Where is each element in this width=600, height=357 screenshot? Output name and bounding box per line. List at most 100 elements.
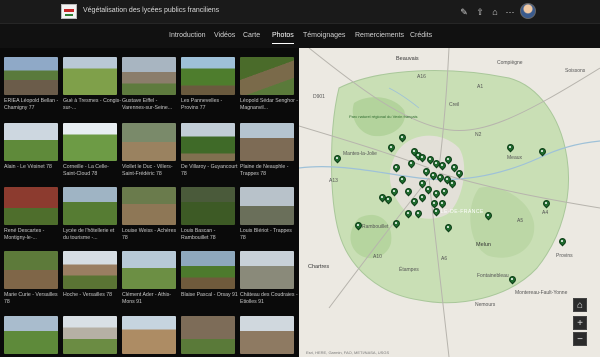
gallery-card[interactable]: Alain - Le Vésinet 78 bbox=[4, 123, 60, 171]
photo-thumbnail[interactable] bbox=[181, 316, 235, 354]
photo-thumbnail[interactable] bbox=[240, 57, 294, 95]
school-marker[interactable] bbox=[415, 210, 420, 217]
school-marker[interactable] bbox=[449, 180, 454, 187]
photo-thumbnail[interactable] bbox=[181, 251, 235, 289]
school-marker[interactable] bbox=[439, 200, 444, 207]
gallery-card[interactable] bbox=[122, 316, 178, 354]
school-marker[interactable] bbox=[408, 160, 413, 167]
zoom-in-button[interactable]: + bbox=[573, 316, 587, 330]
gallery-card[interactable]: Château des Coudraies - Etiolles 91 bbox=[240, 251, 298, 305]
share-icon[interactable]: ⇧ bbox=[474, 6, 486, 18]
school-marker[interactable] bbox=[393, 220, 398, 227]
school-marker[interactable] bbox=[431, 200, 436, 207]
map-home-button[interactable]: ⌂ bbox=[573, 298, 587, 312]
photo-thumbnail[interactable] bbox=[240, 251, 294, 289]
school-marker[interactable] bbox=[427, 156, 432, 163]
school-marker[interactable] bbox=[559, 238, 564, 245]
photo-thumbnail[interactable] bbox=[240, 316, 294, 354]
gallery-card[interactable]: Léopold Sédar Senghor - Magnanvil... bbox=[240, 57, 298, 111]
school-marker[interactable] bbox=[437, 174, 442, 181]
school-marker[interactable] bbox=[388, 144, 393, 151]
gallery-card[interactable] bbox=[4, 316, 60, 354]
photo-thumbnail[interactable] bbox=[122, 123, 176, 161]
gallery-card[interactable]: ERIEA Léopold Bellan - Chamigny 77 bbox=[4, 57, 60, 111]
school-marker[interactable] bbox=[445, 156, 450, 163]
photo-thumbnail[interactable] bbox=[4, 316, 58, 354]
gallery-card[interactable]: Lycée de l'hôtellerie et du tourisme -..… bbox=[63, 187, 119, 241]
school-marker[interactable] bbox=[419, 180, 424, 187]
tab-credits[interactable]: Crédits bbox=[410, 32, 432, 39]
gallery-card[interactable]: Viollet le Duc - Villers-Saint-Frédéric … bbox=[122, 123, 178, 177]
school-marker[interactable] bbox=[539, 148, 544, 155]
school-marker[interactable] bbox=[399, 176, 404, 183]
school-marker[interactable] bbox=[433, 208, 438, 215]
tab-temoignages[interactable]: Témoignages bbox=[303, 32, 345, 39]
school-marker[interactable] bbox=[334, 155, 339, 162]
school-marker[interactable] bbox=[411, 198, 416, 205]
tab-carte[interactable]: Carte bbox=[243, 32, 260, 39]
photo-thumbnail[interactable] bbox=[240, 187, 294, 225]
gallery-card[interactable]: Corneille - La Celle-Saint-Cloud 78 bbox=[63, 123, 119, 177]
home-icon[interactable]: ⌂ bbox=[489, 6, 501, 18]
photo-thumbnail[interactable] bbox=[63, 316, 117, 354]
photo-thumbnail[interactable] bbox=[4, 57, 58, 95]
more-icon[interactable]: ⋯ bbox=[504, 6, 516, 18]
school-marker[interactable] bbox=[405, 210, 410, 217]
school-marker[interactable] bbox=[430, 172, 435, 179]
gallery-card[interactable]: René Descartes - Montigny-le-... bbox=[4, 187, 60, 241]
school-marker[interactable] bbox=[393, 164, 398, 171]
school-marker[interactable] bbox=[439, 162, 444, 169]
zoom-out-button[interactable]: − bbox=[573, 332, 587, 346]
gallery-card[interactable]: Louise Weiss - Achères 78 bbox=[122, 187, 178, 241]
school-marker[interactable] bbox=[485, 212, 490, 219]
photo-thumbnail[interactable] bbox=[63, 187, 117, 225]
tab-videos[interactable]: Vidéos bbox=[214, 32, 235, 39]
photo-thumbnail[interactable] bbox=[122, 57, 176, 95]
photo-thumbnail[interactable] bbox=[181, 57, 235, 95]
photo-thumbnail[interactable] bbox=[122, 187, 176, 225]
school-marker[interactable] bbox=[509, 276, 514, 283]
site-logo[interactable] bbox=[61, 4, 77, 19]
school-marker[interactable] bbox=[391, 188, 396, 195]
gallery-card[interactable]: Plaine de Neauphle - Trappes 78 bbox=[240, 123, 296, 177]
photo-thumbnail[interactable] bbox=[122, 316, 176, 354]
school-marker[interactable] bbox=[399, 134, 404, 141]
edit-icon[interactable]: ✎ bbox=[458, 6, 470, 18]
gallery-card[interactable]: Les Pannevelles - Provins 77 bbox=[181, 57, 237, 111]
gallery-card[interactable]: Clément Ader - Athis-Mons 91 bbox=[122, 251, 178, 305]
school-marker[interactable] bbox=[433, 160, 438, 167]
school-marker[interactable] bbox=[385, 196, 390, 203]
gallery-card[interactable] bbox=[63, 316, 119, 354]
gallery-card[interactable]: De Villaroy - Guyancourt 78 bbox=[181, 123, 237, 177]
school-marker[interactable] bbox=[405, 188, 410, 195]
gallery-card[interactable]: Marie Curie - Versailles 78 bbox=[4, 251, 60, 305]
school-marker[interactable] bbox=[456, 170, 461, 177]
school-marker[interactable] bbox=[355, 222, 360, 229]
gallery-card[interactable]: Louis Blériot - Trappes 78 bbox=[240, 187, 296, 241]
school-marker[interactable] bbox=[543, 200, 548, 207]
photo-thumbnail[interactable] bbox=[4, 251, 58, 289]
photo-thumbnail[interactable] bbox=[63, 123, 117, 161]
photo-thumbnail[interactable] bbox=[122, 251, 176, 289]
school-marker[interactable] bbox=[433, 190, 438, 197]
gallery-card[interactable]: Blaise Pascal - Orsay 91 bbox=[181, 251, 238, 299]
photo-thumbnail[interactable] bbox=[4, 187, 58, 225]
photo-thumbnail[interactable] bbox=[181, 187, 235, 225]
avatar[interactable] bbox=[520, 3, 536, 19]
school-marker[interactable] bbox=[425, 186, 430, 193]
photo-thumbnail[interactable] bbox=[181, 123, 235, 161]
school-marker[interactable] bbox=[419, 194, 424, 201]
school-marker[interactable] bbox=[379, 194, 384, 201]
tab-photos[interactable]: Photos bbox=[272, 32, 294, 44]
photo-thumbnail[interactable] bbox=[4, 123, 58, 161]
map-view[interactable]: Beauvais Compiègne Soissons Creil Mantes… bbox=[299, 48, 600, 357]
school-marker[interactable] bbox=[507, 144, 512, 151]
gallery-card[interactable]: Gué à Tresmes - Congis-sur-... bbox=[63, 57, 121, 111]
school-marker[interactable] bbox=[419, 154, 424, 161]
school-marker[interactable] bbox=[441, 188, 446, 195]
tab-remerciements[interactable]: Remerciements bbox=[355, 32, 404, 39]
photo-thumbnail[interactable] bbox=[63, 57, 117, 95]
photo-thumbnail[interactable] bbox=[63, 251, 117, 289]
gallery-card[interactable]: Hoche - Versailles 78 bbox=[63, 251, 119, 299]
school-marker[interactable] bbox=[423, 168, 428, 175]
